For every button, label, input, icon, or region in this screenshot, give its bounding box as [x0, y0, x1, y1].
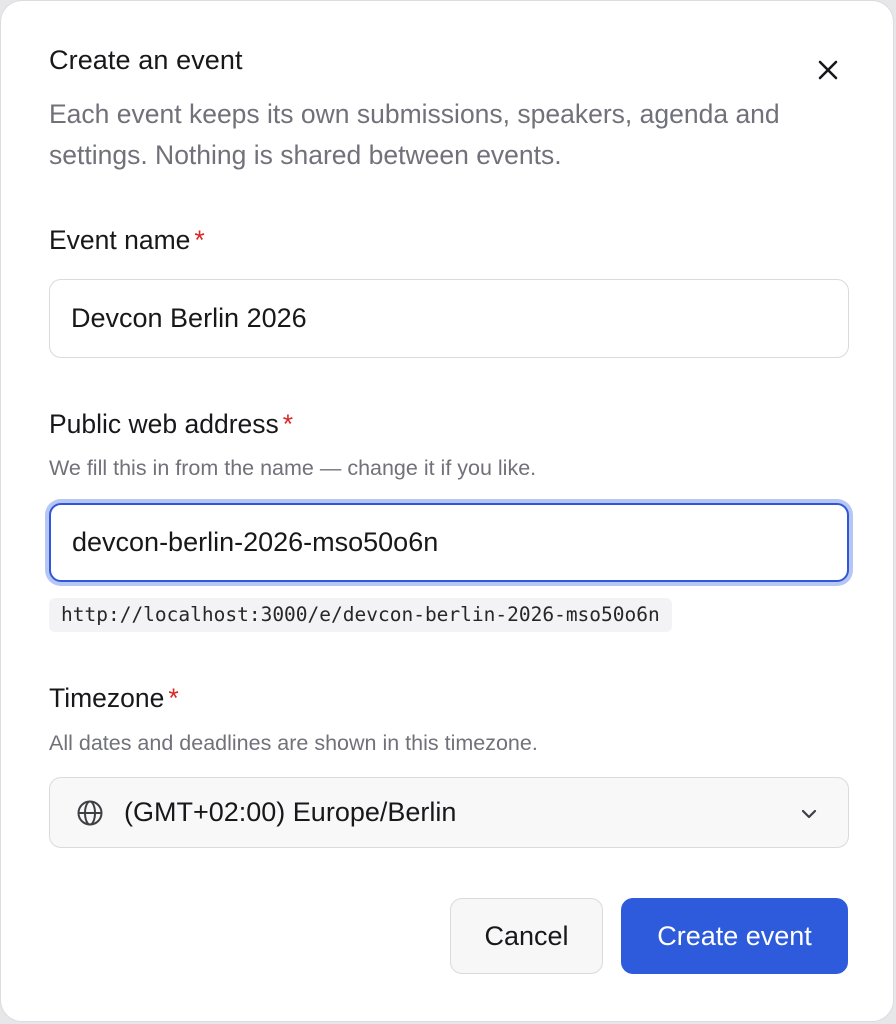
required-mark: * — [282, 409, 294, 439]
timezone-hint: All dates and deadlines are shown in thi… — [49, 731, 538, 755]
timezone-label-text: Timezone — [49, 683, 165, 713]
close-button[interactable] — [811, 53, 845, 87]
dialog-description: Each event keeps its own submissions, sp… — [49, 99, 780, 170]
required-mark: * — [194, 225, 205, 255]
event-name-label-text: Event name — [49, 225, 191, 255]
timezone-selected-value: (GMT+02:00) Europe/Berlin — [124, 797, 457, 827]
globe-icon — [77, 800, 103, 826]
close-icon — [818, 60, 838, 80]
chevron-down-icon — [801, 809, 817, 819]
web-address-label: Public web address * — [49, 409, 293, 440]
cancel-button[interactable]: Cancel — [450, 898, 603, 974]
timezone-label: Timezone * — [49, 683, 179, 714]
dialog-title: Create an event — [49, 45, 243, 75]
timezone-select[interactable]: (GMT+02:00) Europe/Berlin — [49, 777, 849, 848]
url-preview: http://localhost:3000/e/devcon-berlin-20… — [49, 598, 672, 632]
create-event-dialog: Create an event Each event keeps its own… — [0, 0, 894, 1022]
create-event-button[interactable]: Create event — [621, 898, 848, 974]
web-address-hint: We fill this in from the name — change i… — [49, 456, 537, 480]
event-name-label: Event name * — [49, 225, 205, 256]
event-name-input[interactable] — [49, 279, 849, 358]
required-mark: * — [168, 683, 179, 713]
web-address-label-text: Public web address — [49, 409, 279, 439]
web-address-input[interactable] — [49, 503, 849, 582]
